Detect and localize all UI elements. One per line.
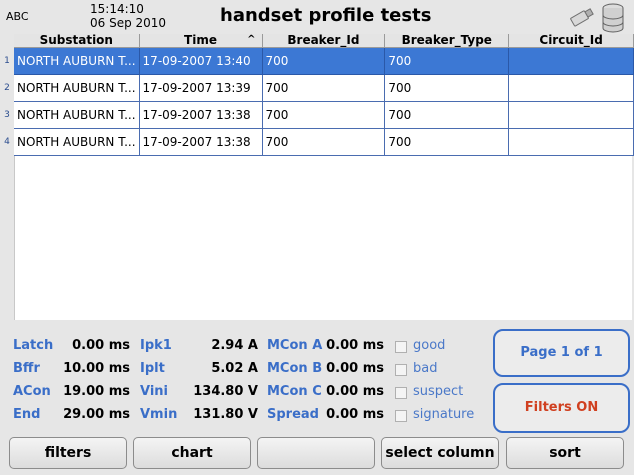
- header-label: Breaker_Id: [287, 33, 360, 48]
- measurement-summary: Latch 0.00 ms Bffr 10.00 ms ACon 19.00 m…: [0, 334, 490, 424]
- filters-button[interactable]: filters: [9, 437, 127, 469]
- select-column-button-label: select column: [385, 445, 495, 461]
- results-table: Substation Time ^ Breaker_Id Breaker_Type…: [14, 34, 634, 156]
- cell-time: 17-09-2007 13:40: [139, 47, 263, 75]
- signature-label: signature: [413, 407, 475, 422]
- page-indicator-label: Page 1 of 1: [520, 345, 603, 360]
- stat-value: 29.00 ms: [63, 407, 130, 422]
- column-header-substation[interactable]: Substation: [14, 33, 140, 48]
- stat-label: MCon B: [267, 361, 323, 376]
- chart-button-label: chart: [171, 445, 213, 461]
- table-row[interactable]: NORTH AUBURN T... 17-09-2007 13:38 700 7…: [14, 101, 634, 129]
- usb-drive-icon[interactable]: [566, 6, 596, 28]
- stat-label: Vini: [140, 384, 168, 399]
- filters-on-button[interactable]: Filters ON: [493, 383, 630, 433]
- table-row[interactable]: NORTH AUBURN T... 17-09-2007 13:40 700 7…: [14, 47, 634, 75]
- table-row[interactable]: NORTH AUBURN T... 17-09-2007 13:38 700 7…: [14, 128, 634, 156]
- cell-time: 17-09-2007 13:38: [139, 128, 263, 156]
- header-label: Circuit_Id: [539, 33, 603, 48]
- cell-substation: NORTH AUBURN T...: [14, 74, 140, 102]
- stat-value: 0.00 ms: [326, 384, 384, 399]
- stat-value: 5.02 A: [211, 361, 258, 376]
- suspect-checkbox[interactable]: [395, 387, 407, 399]
- clock-time: 15:14:10: [90, 2, 144, 16]
- header-label: Substation: [39, 33, 113, 48]
- column-header-breaker-type[interactable]: Breaker_Type: [384, 33, 510, 48]
- page-title: handset profile tests: [220, 5, 432, 26]
- table-row[interactable]: NORTH AUBURN T... 17-09-2007 13:39 700 7…: [14, 74, 634, 102]
- cell-circuit-id: [508, 128, 634, 156]
- stat-value: 0.00 ms: [72, 338, 130, 353]
- cell-breaker-id: 700: [262, 101, 386, 129]
- column-header-time[interactable]: Time ^: [139, 33, 263, 48]
- stat-label: ACon: [13, 384, 51, 399]
- stat-label: End: [13, 407, 41, 422]
- stat-label: MCon A: [267, 338, 323, 353]
- row-number-gutter: 1 2 3 4: [0, 34, 14, 320]
- stat-value: 131.80 V: [193, 407, 258, 422]
- stat-value: 0.00 ms: [326, 407, 384, 422]
- stat-label: Latch: [13, 338, 54, 353]
- row-number: 1: [4, 56, 10, 66]
- header-label: Breaker_Type: [401, 33, 492, 48]
- select-column-button[interactable]: select column: [381, 437, 499, 469]
- sort-ascending-icon: ^: [247, 34, 256, 45]
- cell-breaker-type: 700: [384, 101, 510, 129]
- cell-breaker-type: 700: [384, 74, 510, 102]
- stat-value: 19.00 ms: [63, 384, 130, 399]
- cell-substation: NORTH AUBURN T...: [14, 101, 140, 129]
- cell-breaker-id: 700: [262, 47, 386, 75]
- cell-breaker-type: 700: [384, 47, 510, 75]
- cell-breaker-type: 700: [384, 128, 510, 156]
- cell-circuit-id: [508, 47, 634, 75]
- database-icon[interactable]: [600, 3, 626, 33]
- chart-button[interactable]: chart: [133, 437, 251, 469]
- sort-button[interactable]: sort: [506, 437, 624, 469]
- cell-time: 17-09-2007 13:38: [139, 101, 263, 129]
- stat-label: Ipk1: [140, 338, 172, 353]
- brand-label: ABC: [6, 10, 29, 23]
- cell-substation: NORTH AUBURN T...: [14, 128, 140, 156]
- stat-label: Iplt: [140, 361, 165, 376]
- page-indicator-button[interactable]: Page 1 of 1: [493, 329, 630, 377]
- clock-date: 06 Sep 2010: [90, 16, 167, 30]
- blank-button[interactable]: [257, 437, 375, 469]
- cell-time: 17-09-2007 13:39: [139, 74, 263, 102]
- column-header-circuit-id[interactable]: Circuit_Id: [508, 33, 634, 48]
- signature-checkbox[interactable]: [395, 410, 407, 422]
- filters-status-label: Filters ON: [524, 400, 599, 415]
- cell-substation: NORTH AUBURN T...: [14, 47, 140, 75]
- sort-button-label: sort: [549, 445, 581, 461]
- header-bar: ABC 15:14:10 06 Sep 2010 handset profile…: [0, 0, 634, 34]
- bad-checkbox[interactable]: [395, 364, 407, 376]
- stat-value: 10.00 ms: [63, 361, 130, 376]
- stat-label: Bffr: [13, 361, 40, 376]
- cell-breaker-id: 700: [262, 74, 386, 102]
- stat-value: 2.94 A: [211, 338, 258, 353]
- cell-circuit-id: [508, 101, 634, 129]
- good-checkbox[interactable]: [395, 341, 407, 353]
- row-number: 2: [4, 83, 10, 93]
- row-number: 3: [4, 110, 10, 120]
- stat-label: Spread: [267, 407, 319, 422]
- stat-value: 0.00 ms: [326, 361, 384, 376]
- stat-label: MCon C: [267, 384, 322, 399]
- stat-value: 134.80 V: [193, 384, 258, 399]
- filters-button-label: filters: [44, 445, 92, 461]
- column-header-breaker-id[interactable]: Breaker_Id: [262, 33, 386, 48]
- stat-value: 0.00 ms: [326, 338, 384, 353]
- cell-breaker-id: 700: [262, 128, 386, 156]
- cell-circuit-id: [508, 74, 634, 102]
- good-label: good: [413, 338, 446, 353]
- stat-label: Vmin: [140, 407, 178, 422]
- row-number: 4: [4, 137, 10, 147]
- bad-label: bad: [413, 361, 438, 376]
- suspect-label: suspect: [413, 384, 464, 399]
- header-label: Time: [184, 33, 217, 48]
